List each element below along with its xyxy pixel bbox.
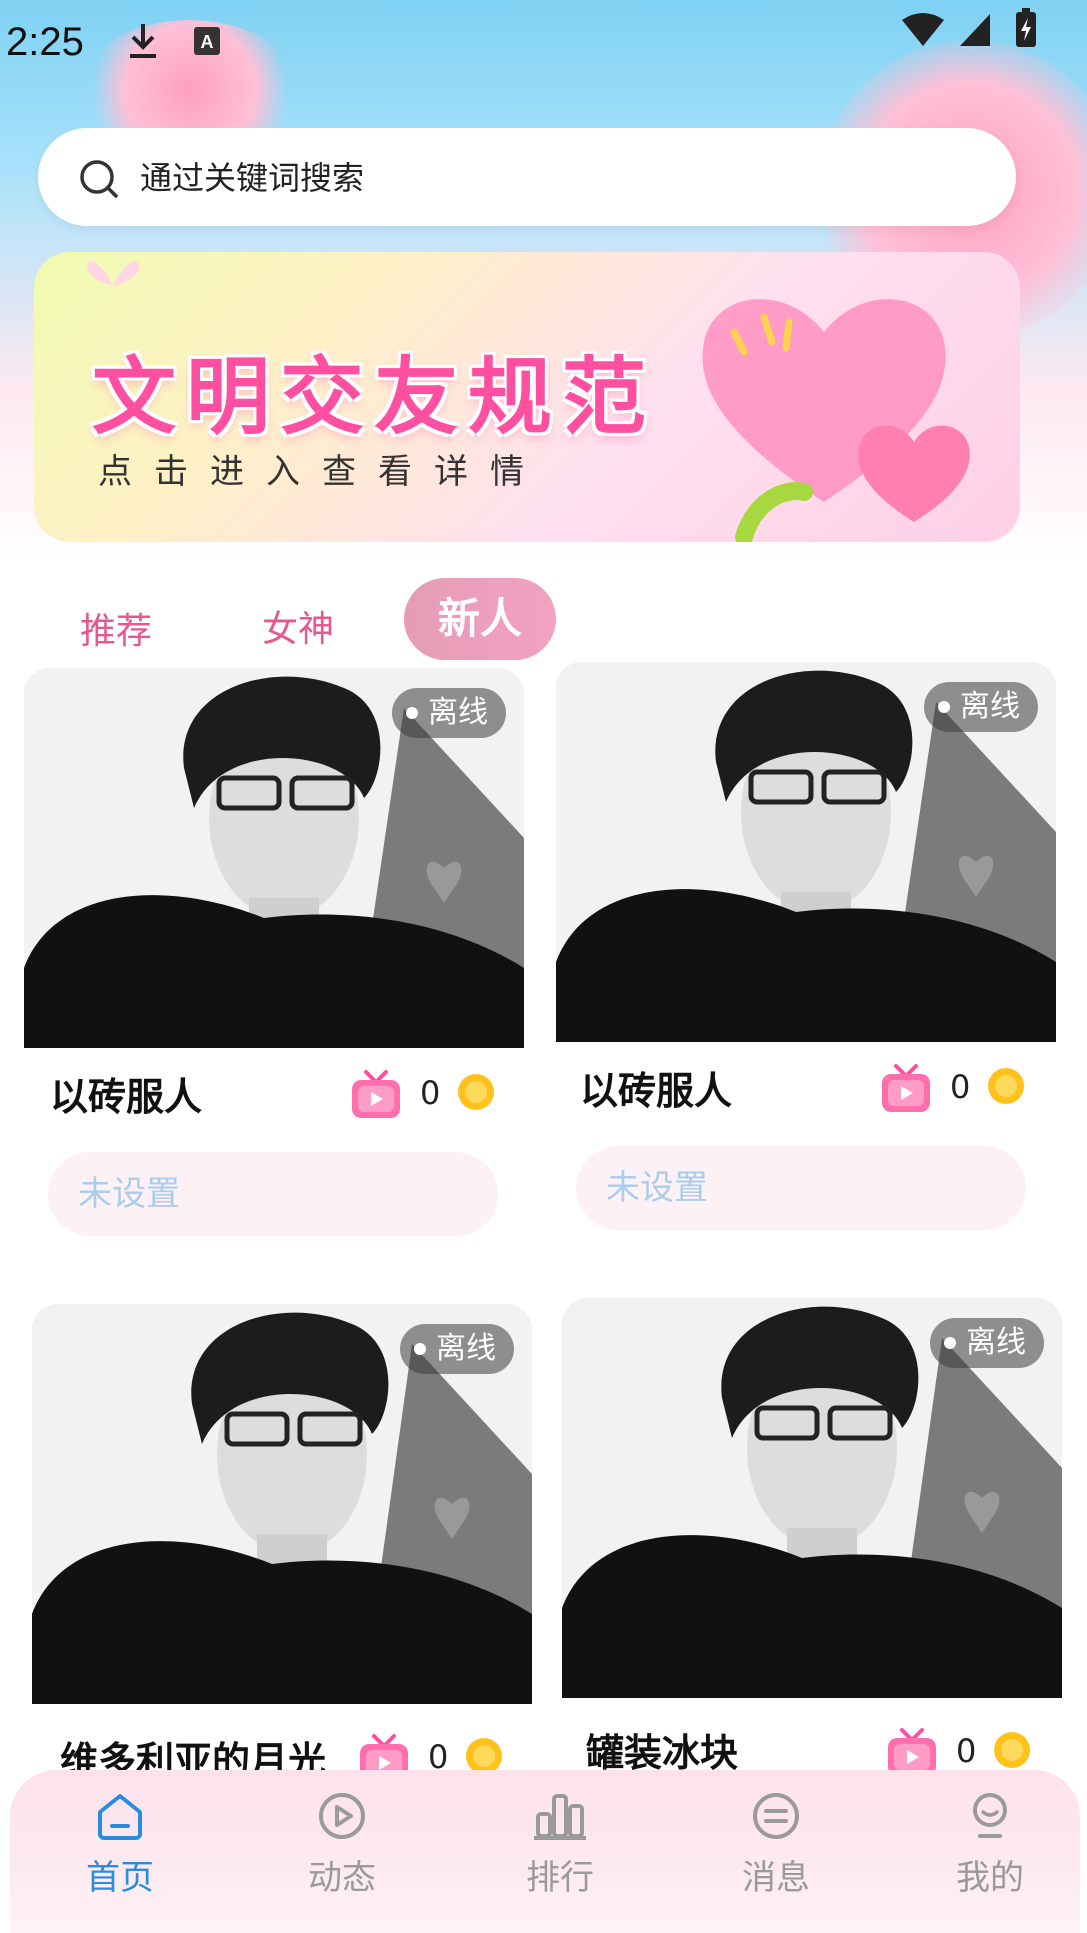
user-card[interactable]: 离线 罐装冰块 0 [562, 1298, 1062, 1776]
coin-icon [456, 1072, 496, 1116]
status-bar: 2:25 A [0, 0, 1087, 90]
tab-recommend[interactable]: 推荐 [80, 602, 152, 654]
nav-label: 首页 [86, 1858, 154, 1898]
search-bar[interactable] [38, 128, 1016, 226]
avatar: 离线 [562, 1298, 1062, 1698]
nav-home[interactable]: 首页 [40, 1790, 200, 1920]
nav-ranking[interactable]: 排行 [480, 1790, 640, 1920]
user-name: 以砖服人 [580, 1069, 733, 1113]
online-status-badge: 离线 [400, 1324, 514, 1374]
online-status-badge: 离线 [930, 1318, 1044, 1368]
nav-label: 消息 [742, 1858, 810, 1898]
avatar: 离线 [24, 668, 524, 1048]
nav-messages[interactable]: 消息 [696, 1790, 856, 1920]
user-card[interactable]: 离线 维多利亚的月光 0 [32, 1304, 532, 1783]
search-input[interactable] [138, 150, 942, 206]
coin-count: 0 [956, 1732, 977, 1770]
profile-icon [973, 1793, 1007, 1838]
avatar: 离线 [556, 662, 1056, 1042]
category-tabs: 推荐 女神 新人 [0, 570, 1087, 660]
nav-label: 排行 [526, 1858, 594, 1898]
tv-icon [880, 1062, 932, 1118]
coin-count: 0 [950, 1068, 971, 1106]
status-label: 离线 [966, 1325, 1026, 1360]
avatar: 离线 [32, 1304, 532, 1704]
status-dot [414, 1343, 426, 1355]
status-label: 离线 [436, 1331, 496, 1366]
nav-label: 动态 [308, 1858, 376, 1898]
status-dot [944, 1337, 956, 1349]
user-card[interactable]: 离线 以砖服人 0 未设置 [24, 668, 524, 1258]
home-icon [98, 1794, 142, 1840]
coin-icon [986, 1066, 1026, 1110]
nav-moments[interactable]: 动态 [262, 1790, 422, 1920]
svg-text:A: A [201, 32, 214, 52]
nav-profile[interactable]: 我的 [910, 1790, 1070, 1920]
status-time: 2:25 [6, 20, 84, 64]
tab-newcomer[interactable]: 新人 [404, 578, 556, 660]
bottom-nav: 首页 动态 排行 消息 我的 [10, 1770, 1080, 1933]
tv-icon [350, 1068, 402, 1124]
coin-icon [992, 1730, 1032, 1774]
signal-icon [958, 12, 992, 52]
tab-goddess[interactable]: 女神 [262, 600, 334, 652]
nav-label: 我的 [956, 1858, 1024, 1898]
play-icon [319, 1793, 365, 1839]
bio-text: 未设置 [576, 1146, 1026, 1230]
heart-illustration [702, 299, 970, 542]
user-name: 以砖服人 [50, 1075, 203, 1119]
keyboard-icon: A [193, 26, 221, 60]
status-dot [938, 701, 950, 713]
online-status-badge: 离线 [924, 682, 1038, 732]
ranking-icon [534, 1794, 586, 1840]
status-label: 离线 [428, 695, 488, 730]
search-icon [78, 158, 120, 204]
status-dot [406, 707, 418, 719]
banner-subtitle: 点击进入查看详情 [98, 452, 546, 492]
banner-title: 文明交友规范 [92, 348, 657, 446]
battery-icon [1015, 8, 1037, 52]
download-icon [128, 22, 158, 64]
status-label: 离线 [960, 689, 1020, 724]
user-card[interactable]: 离线 以砖服人 0 未设置 [556, 662, 1056, 1252]
user-name: 罐装冰块 [586, 1731, 739, 1775]
coin-count: 0 [420, 1074, 441, 1112]
wifi-icon [900, 12, 946, 52]
online-status-badge: 离线 [392, 688, 506, 738]
message-icon [753, 1793, 799, 1839]
butterfly-icon [78, 252, 148, 300]
promo-banner[interactable]: 文明交友规范 点击进入查看详情 [34, 252, 1020, 542]
bio-text: 未设置 [48, 1152, 498, 1236]
